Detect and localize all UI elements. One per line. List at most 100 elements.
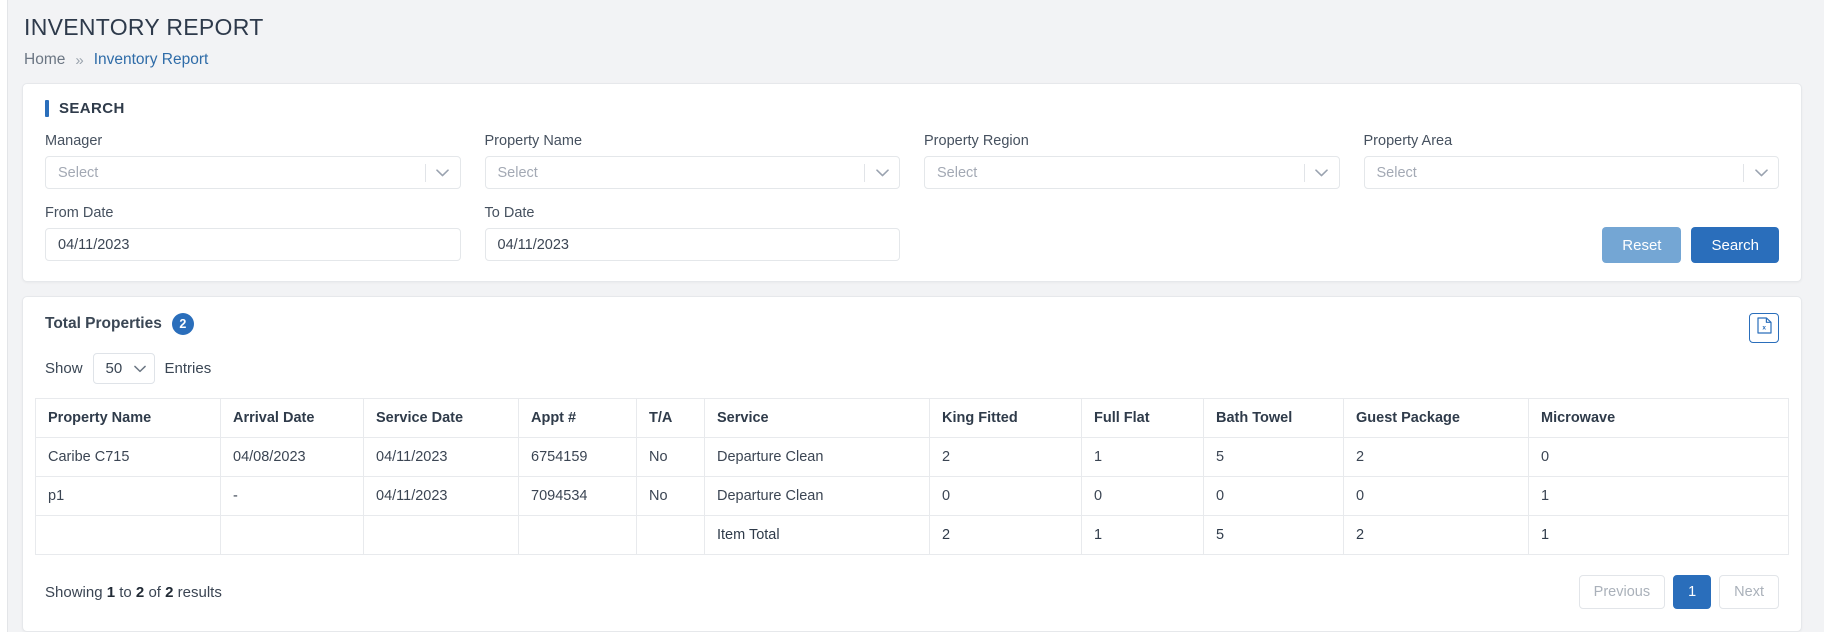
manager-select[interactable]: Select <box>45 156 461 189</box>
col-ta: T/A <box>636 398 705 438</box>
field-to-date: To Date 04/11/2023 <box>484 205 900 263</box>
total-blank-3 <box>363 515 519 555</box>
accent-bar <box>45 100 49 117</box>
col-guest-package: Guest Package <box>1343 398 1529 438</box>
entries-select-value: 50 <box>105 360 123 377</box>
showing-results: Showing 1 to 2 of 2 results <box>45 584 222 601</box>
entries-select[interactable]: 50 <box>92 353 155 384</box>
cell-microwave: 1 <box>1528 476 1789 516</box>
page-title: INVENTORY REPORT <box>24 14 264 40</box>
entries-control: Show 50 Entries <box>45 353 211 384</box>
from-date-value: 04/11/2023 <box>58 236 130 253</box>
col-bath-towel: Bath Towel <box>1203 398 1344 438</box>
chevron-down-icon[interactable] <box>1305 168 1339 177</box>
search-actions: Reset Search <box>1364 205 1779 263</box>
showing-from: 1 <box>106 583 116 601</box>
label-from-date: From Date <box>45 205 114 221</box>
cell-full-flat: 1 <box>1081 437 1204 477</box>
svg-text:x: x <box>1762 325 1766 332</box>
search-button[interactable]: Search <box>1691 227 1779 263</box>
table-body: Caribe C715 04/08/2023 04/11/2023 675415… <box>35 437 1789 555</box>
pagination-next[interactable]: Next <box>1719 575 1779 609</box>
table-footer: Showing 1 to 2 of 2 results Previous 1 N… <box>35 555 1789 621</box>
showing-of-word: of <box>148 583 161 601</box>
property-area-select[interactable]: Select <box>1363 156 1779 189</box>
field-property-region: Property Region Select <box>924 133 1340 191</box>
total-microwave: 1 <box>1528 515 1789 555</box>
cell-guest-package: 0 <box>1343 476 1529 516</box>
breadcrumb-current[interactable]: Inventory Report <box>94 51 209 69</box>
chevron-down-icon[interactable] <box>133 360 146 377</box>
col-service-date: Service Date <box>363 398 519 438</box>
search-form-row-1: Manager Select Property Name Select Prop… <box>45 133 1779 191</box>
search-panel: SEARCH Manager Select Property Name Sele… <box>22 83 1802 282</box>
chevron-down-icon[interactable] <box>1744 168 1778 177</box>
col-property-name: Property Name <box>35 398 221 438</box>
field-property-name: Property Name Select <box>484 133 900 191</box>
excel-file-icon: x <box>1756 317 1772 339</box>
property-name-select[interactable]: Select <box>484 156 900 189</box>
property-region-select-value: Select <box>937 164 978 181</box>
showing-to: 2 <box>135 583 145 601</box>
property-region-select[interactable]: Select <box>924 156 1340 189</box>
property-name-select-value: Select <box>497 164 538 181</box>
search-panel-header: SEARCH <box>45 100 1779 117</box>
total-properties-label: Total Properties <box>45 315 162 332</box>
table-row: Caribe C715 04/08/2023 04/11/2023 675415… <box>35 437 1789 477</box>
showing-total: 2 <box>165 583 174 601</box>
total-properties: Total Properties 2 <box>45 313 211 335</box>
cell-service: Departure Clean <box>704 476 930 516</box>
to-date-value: 04/11/2023 <box>497 236 570 253</box>
cell-service-date: 04/11/2023 <box>363 476 519 516</box>
total-bath-towel: 5 <box>1203 515 1344 555</box>
col-full-flat: Full Flat <box>1081 398 1204 438</box>
label-manager: Manager <box>45 133 103 149</box>
total-properties-badge: 2 <box>171 313 194 335</box>
col-arrival-date: Arrival Date <box>220 398 364 438</box>
results-panel: Total Properties 2 Show 50 Entries x Pro… <box>22 296 1802 632</box>
cell-service: Departure Clean <box>704 437 930 477</box>
showing-prefix: Showing <box>45 583 103 601</box>
chevron-down-icon[interactable] <box>426 168 460 177</box>
total-full-flat: 1 <box>1081 515 1204 555</box>
cell-bath-towel: 5 <box>1203 437 1344 477</box>
cell-appt: 7094534 <box>518 476 637 516</box>
manager-select-value: Select <box>58 164 99 181</box>
cell-property-name: p1 <box>35 476 221 516</box>
cell-arrival-date: - <box>220 476 364 516</box>
total-blank-2 <box>220 515 364 555</box>
cell-microwave: 0 <box>1528 437 1789 477</box>
pagination-previous[interactable]: Previous <box>1578 575 1666 609</box>
total-king-fitted: 2 <box>929 515 1082 555</box>
cell-ta: No <box>636 437 705 477</box>
property-area-select-value: Select <box>1376 164 1417 181</box>
cell-king-fitted: 2 <box>929 437 1082 477</box>
label-property-region: Property Region <box>924 133 1029 149</box>
results-toolbar: Total Properties 2 Show 50 Entries x <box>35 313 1789 384</box>
table-header-row: Property Name Arrival Date Service Date … <box>35 398 1789 438</box>
cell-king-fitted: 0 <box>929 476 1082 516</box>
label-to-date: To Date <box>484 205 535 221</box>
cell-service-date: 04/11/2023 <box>363 437 519 477</box>
total-blank-1 <box>35 515 221 555</box>
total-blank-5 <box>636 515 705 555</box>
to-date-input[interactable]: 04/11/2023 <box>484 228 900 261</box>
inventory-table: Property Name Arrival Date Service Date … <box>35 398 1789 555</box>
pagination: Previous 1 Next <box>1578 575 1779 609</box>
from-date-input[interactable]: 04/11/2023 <box>45 228 461 261</box>
chevron-down-icon[interactable] <box>865 168 899 177</box>
showing-suffix: results <box>177 583 222 601</box>
breadcrumb: Home » Inventory Report <box>22 41 1802 69</box>
reset-button[interactable]: Reset <box>1602 227 1682 263</box>
label-property-name: Property Name <box>484 133 583 149</box>
cell-property-name: Caribe C715 <box>35 437 221 477</box>
cell-arrival-date: 04/08/2023 <box>220 437 364 477</box>
field-manager: Manager Select <box>45 133 461 191</box>
breadcrumb-home[interactable]: Home <box>24 51 65 69</box>
pagination-page-1[interactable]: 1 <box>1673 575 1712 609</box>
col-king-fitted: King Fitted <box>929 398 1082 438</box>
cell-bath-towel: 0 <box>1203 476 1344 516</box>
table-total-row: Item Total 2 1 5 2 1 <box>35 515 1789 555</box>
export-excel-button[interactable]: x <box>1749 313 1779 343</box>
cell-full-flat: 0 <box>1081 476 1204 516</box>
